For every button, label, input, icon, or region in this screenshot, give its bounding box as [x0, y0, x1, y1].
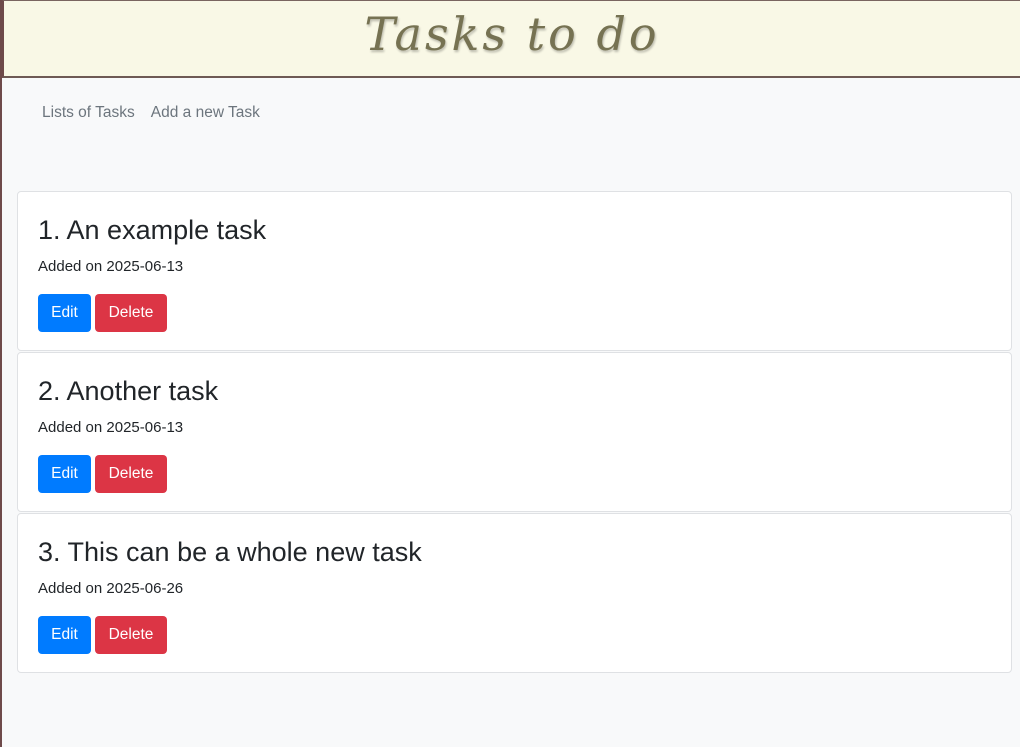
- main-nav: Lists of Tasks Add a new Task: [34, 104, 268, 122]
- task-card: 2. Another task Added on 2025-06-13 Edit…: [17, 352, 1012, 512]
- nav-link-lists-of-tasks[interactable]: Lists of Tasks: [34, 104, 143, 122]
- task-card: 1. An example task Added on 2025-06-13 E…: [17, 191, 1012, 351]
- task-date: Added on 2025-06-13: [38, 419, 184, 436]
- task-card: 3. This can be a whole new task Added on…: [17, 513, 1012, 673]
- edit-button[interactable]: Edit: [38, 294, 91, 332]
- task-list: 1. An example task Added on 2025-06-13 E…: [17, 191, 1012, 674]
- delete-button[interactable]: Delete: [95, 616, 167, 654]
- task-title: 2. Another task: [38, 376, 219, 406]
- task-date: Added on 2025-06-26: [38, 580, 184, 597]
- task-title: 3. This can be a whole new task: [38, 537, 422, 567]
- task-actions: Edit Delete: [38, 616, 167, 654]
- page-title: Tasks to do: [364, 7, 660, 61]
- delete-button[interactable]: Delete: [95, 294, 167, 332]
- task-actions: Edit Delete: [38, 294, 167, 332]
- edit-button[interactable]: Edit: [38, 616, 91, 654]
- task-title: 1. An example task: [38, 215, 267, 245]
- task-actions: Edit Delete: [38, 455, 167, 493]
- task-date: Added on 2025-06-13: [38, 258, 184, 275]
- page-header: Tasks to do: [2, 0, 1020, 78]
- delete-button[interactable]: Delete: [95, 455, 167, 493]
- nav-link-add-new-task[interactable]: Add a new Task: [143, 104, 268, 122]
- edit-button[interactable]: Edit: [38, 455, 91, 493]
